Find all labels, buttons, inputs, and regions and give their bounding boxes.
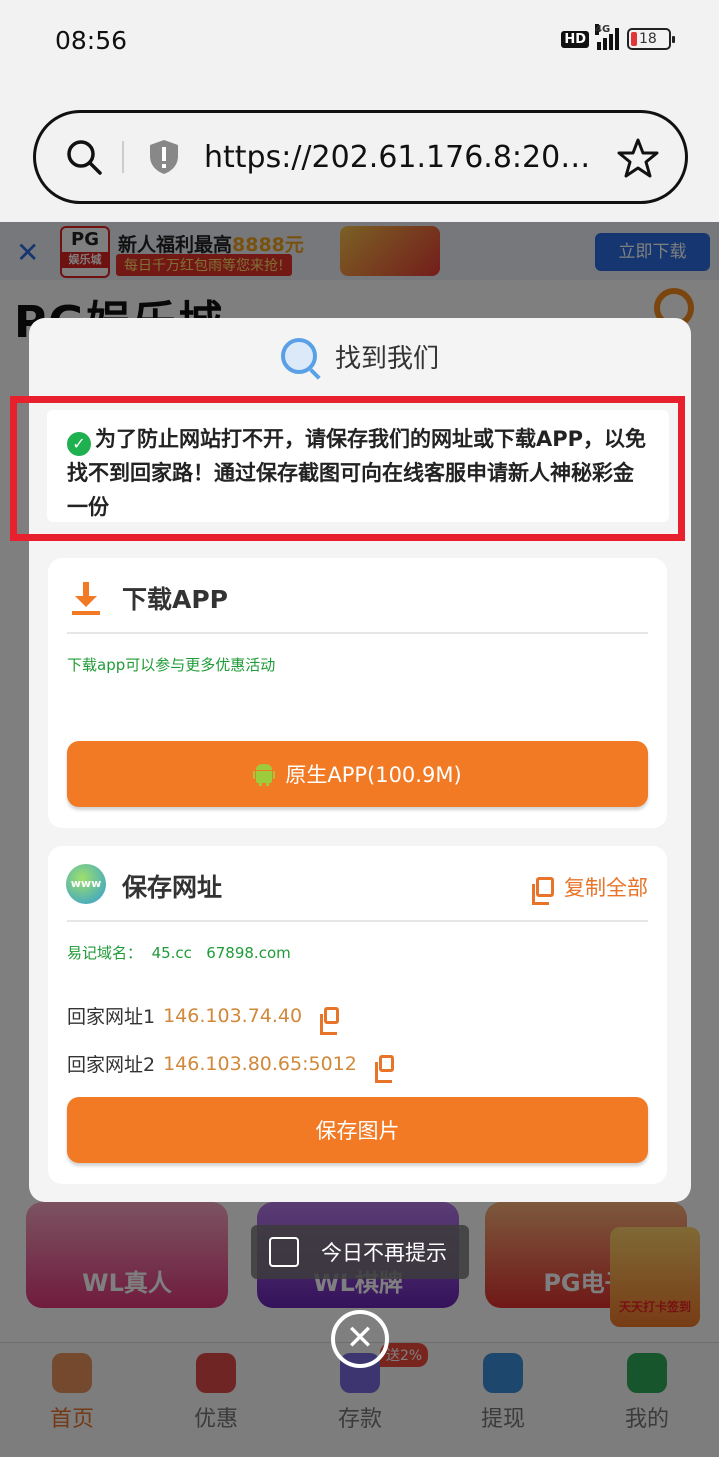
magnifier-building-icon: [280, 338, 317, 374]
search-icon[interactable]: [64, 137, 104, 177]
battery-icon: 18: [627, 28, 675, 50]
native-app-button[interactable]: 原生APP(100.9M): [67, 741, 648, 807]
download-app-card: 下载APP 下载app可以参与更多优惠活动 原生APP(100.9M): [48, 558, 667, 828]
dont-show-today[interactable]: 今日不再提示: [251, 1225, 469, 1279]
save-url-title: 保存网址: [122, 873, 223, 902]
status-bar: 08:56 HD 4G 18: [0, 0, 719, 84]
android-icon: [253, 764, 276, 786]
highlight-frame: [10, 396, 685, 541]
modal-title: 找到我们: [334, 343, 439, 374]
divider: [122, 141, 124, 173]
shield-icon[interactable]: [146, 137, 182, 177]
home-url-2: 回家网址2 146.103.80.65:5012: [67, 1050, 394, 1083]
download-title: 下载APP: [122, 585, 228, 614]
close-modal-button[interactable]: ✕: [331, 1310, 389, 1368]
copy-icon[interactable]: [320, 1007, 340, 1035]
save-url-card: www 保存网址 复制全部 易记域名： 45.cc 67898.com 回家网址…: [48, 846, 667, 1184]
copy-all-button[interactable]: 复制全部: [532, 872, 648, 905]
globe-icon: www: [66, 864, 106, 904]
divider: [67, 920, 648, 922]
status-icons: HD 4G 18: [561, 24, 675, 50]
copy-icon[interactable]: [374, 1055, 394, 1083]
url-text[interactable]: https://202.61.176.8:2000...: [204, 140, 604, 175]
download-hint: 下载app可以参与更多优惠活动: [67, 656, 276, 674]
divider: [67, 632, 648, 634]
address-bar[interactable]: https://202.61.176.8:2000...: [33, 110, 688, 204]
dont-show-checkbox[interactable]: [269, 1237, 299, 1267]
signal-icon: 4G: [595, 24, 619, 50]
save-image-button[interactable]: 保存图片: [67, 1097, 648, 1163]
status-time: 08:56: [55, 26, 128, 55]
hd-icon: HD: [561, 30, 589, 48]
easy-domains: 易记域名： 45.cc 67898.com: [67, 944, 291, 962]
modal-header: 找到我们: [29, 318, 691, 394]
home-url-1: 回家网址1 146.103.74.40: [67, 1002, 340, 1035]
dont-show-label: 今日不再提示: [321, 1241, 447, 1265]
copy-icon: [532, 877, 554, 905]
star-icon[interactable]: [617, 137, 659, 179]
download-icon: [72, 582, 100, 616]
